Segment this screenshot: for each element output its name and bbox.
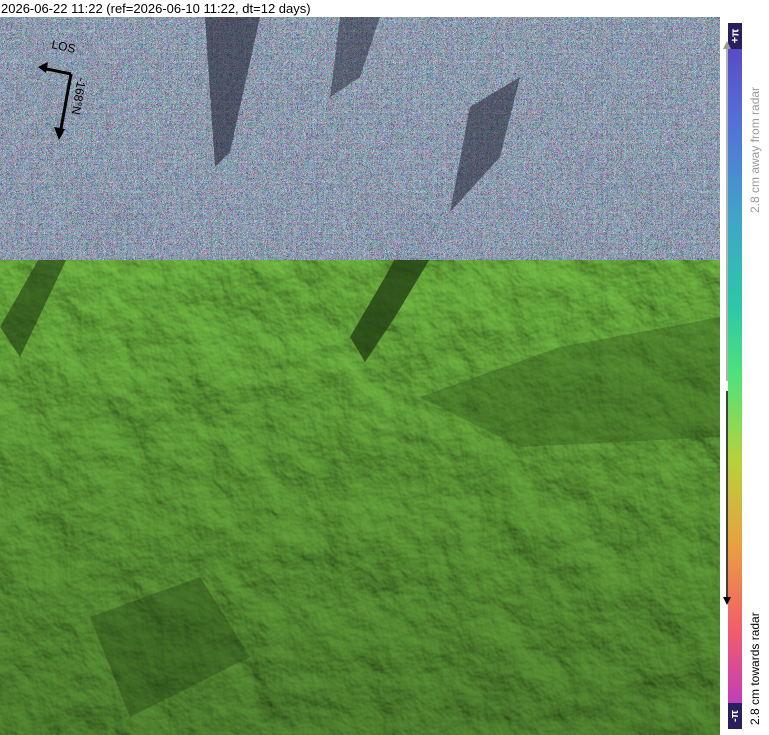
colorbar-away-label: 2.8 cm away from radar: [748, 86, 762, 213]
interferogram-canvas: LOS -168°N: [0, 17, 720, 735]
colorbar-arrows: [723, 41, 731, 605]
colorbar: +π -π 2.8 cm away from radar 2.8 cm towa…: [720, 17, 769, 735]
interferogram-map[interactable]: LOS -168°N: [0, 17, 720, 735]
colorbar-towards-label: 2.8 cm towards radar: [748, 612, 762, 725]
map-title: 2026-06-22 11:22 (ref=2026-06-10 11:22, …: [1, 1, 311, 16]
